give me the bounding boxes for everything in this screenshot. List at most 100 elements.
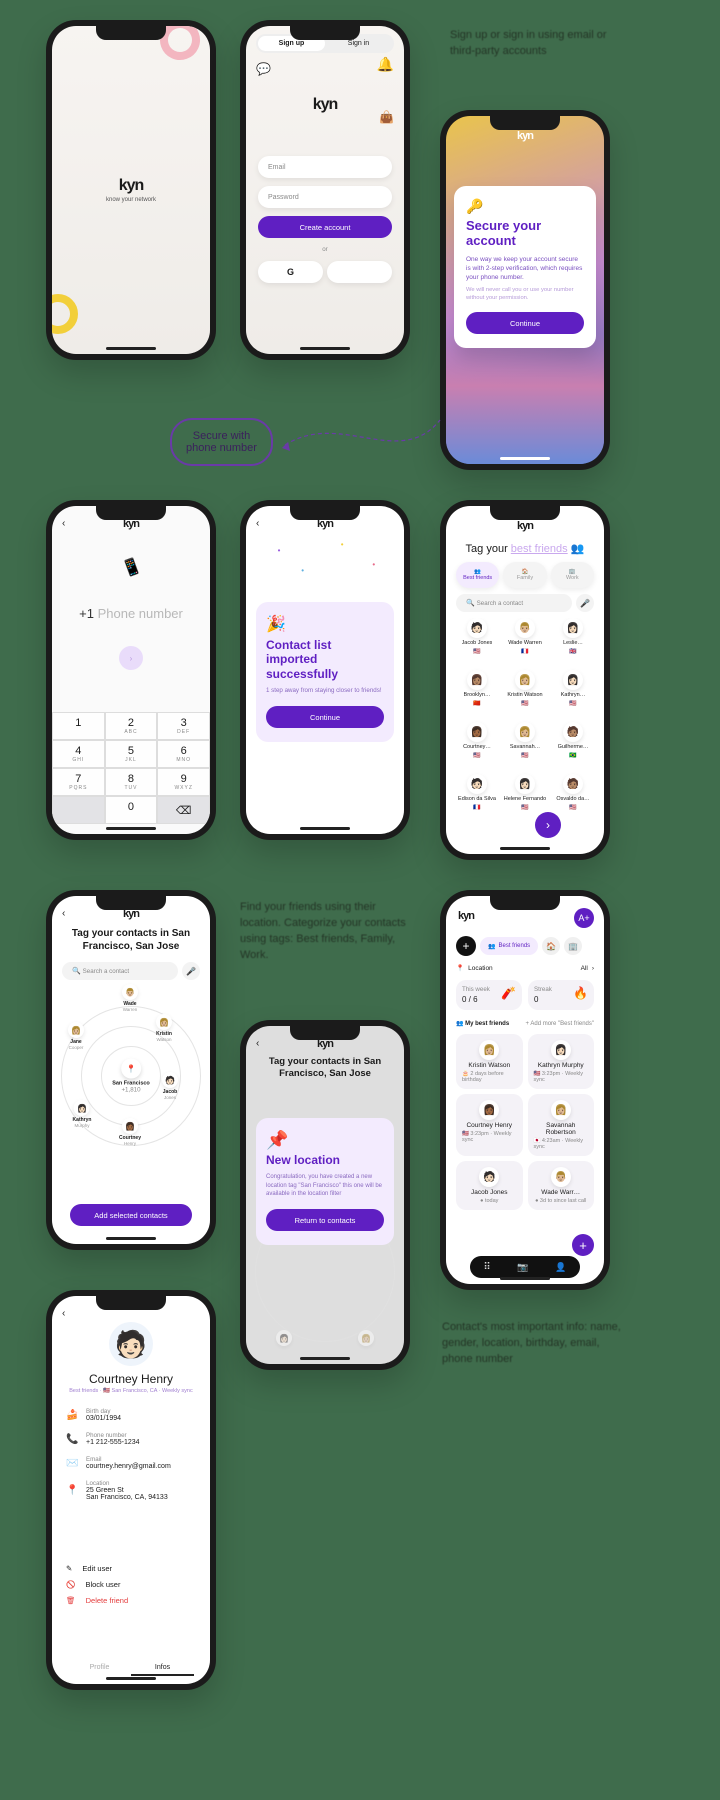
streak-value: 0 — [534, 995, 538, 1004]
profile-tags: Best friends · 🇺🇸 San Francisco, CA · We… — [52, 1388, 210, 1394]
google-signin-button[interactable]: G — [258, 261, 323, 283]
edit-user-button[interactable]: ✎ Edit user — [66, 1564, 196, 1573]
person-card[interactable]: 👩🏻 Kathryn Murphy 🇺🇸 3:23pm · Weekly syn… — [528, 1034, 595, 1089]
location-pin-icon: 📍 — [121, 1059, 141, 1079]
key-5[interactable]: 5JKL — [105, 740, 158, 768]
key-1[interactable]: 1 — [52, 712, 105, 740]
next-button[interactable]: › — [535, 812, 561, 838]
key-backspace[interactable]: ⌫ — [157, 796, 210, 824]
profile-fields: 🍰 Birth day 03/01/1994📞 Phone number +1 … — [66, 1408, 196, 1501]
contact-cell[interactable]: 👩🏼 Savannah… 🇺🇸 — [502, 722, 548, 772]
orbit-contact[interactable]: 🧑🏻 Jacob Jones — [162, 1072, 178, 1100]
key-4[interactable]: 4GHI — [52, 740, 105, 768]
tag-title-prefix: Tag your — [466, 543, 511, 555]
contact-cell[interactable]: 🧑🏻 Jacob Jones 🇺🇸 — [454, 618, 500, 668]
orbit-contact[interactable]: 👩🏻 Kathryn Murphy — [73, 1100, 92, 1128]
add-more-link[interactable]: + Add more "Best friends" — [526, 1021, 594, 1027]
phone-splash: kyn know your network — [46, 20, 216, 360]
block-user-button[interactable]: 🚫 Block user — [66, 1580, 196, 1589]
voice-search-button[interactable]: 🎤 — [182, 962, 200, 980]
filter-work[interactable]: 🏢 — [564, 937, 582, 955]
email-field[interactable]: Email — [258, 156, 392, 178]
key-3[interactable]: 3DEF — [157, 712, 210, 740]
phone-signup: Sign up Sign in 💬 🔔 👜 kyn Email Password… — [240, 20, 410, 360]
key-8[interactable]: 8TUV — [105, 768, 158, 796]
back-button[interactable]: ‹ — [62, 908, 65, 919]
location-filter-label: Location — [468, 965, 493, 972]
nav-camera[interactable]: 📷 — [517, 1262, 528, 1273]
tab-profile[interactable]: Profile — [68, 1664, 131, 1676]
brand-logo: kyn — [458, 910, 474, 922]
contact-cell[interactable]: 👩🏾 Courtney… 🇺🇸 — [454, 722, 500, 772]
return-contacts-button[interactable]: Return to contacts — [266, 1209, 384, 1231]
nav-contacts[interactable]: ⠿ — [483, 1262, 490, 1273]
key-6[interactable]: 6MNO — [157, 740, 210, 768]
location-filter-value[interactable]: All — [581, 965, 588, 972]
orbit-contact[interactable]: 👩🏾 Courtney Henry — [119, 1118, 141, 1146]
contact-cell[interactable]: 👨🏼 Wade Warren 🇫🇷 — [502, 618, 548, 668]
week-value: 0 / 6 — [462, 995, 478, 1004]
contact-cell[interactable]: 👩🏼 Kristin Watson 🇺🇸 — [502, 670, 548, 720]
this-week-card: This week 0 / 6 🧨 — [456, 980, 522, 1010]
delete-friend-button[interactable]: 🗑 Delete friend — [66, 1596, 196, 1605]
splash-screen: kyn know your network — [52, 26, 210, 354]
continue-button[interactable]: Continue — [466, 312, 584, 334]
filter-family[interactable]: 🏠 — [542, 937, 560, 955]
tab-infos[interactable]: Infos — [131, 1664, 194, 1676]
contact-cell[interactable]: 👩🏻 Kathryn… 🇺🇸 — [550, 670, 596, 720]
fab-add-button[interactable]: + — [572, 1234, 594, 1256]
profile-field: 📍 Location 25 Green St San Francisco, CA… — [66, 1480, 196, 1501]
key-empty — [52, 796, 105, 824]
tab-best-friends[interactable]: 👥Best friends — [456, 562, 499, 588]
key-0[interactable]: 0 — [105, 796, 158, 824]
search-input[interactable]: 🔍 Search a contact — [62, 962, 178, 980]
or-divider: or — [258, 246, 392, 253]
person-card[interactable]: 👩🏾 Courtney Henry 🇺🇸 3:23pm · Weekly syn… — [456, 1094, 523, 1156]
orbit-contact[interactable]: 👨🏼 Wade Warren — [122, 984, 138, 1012]
person-card[interactable]: 👩🏼 Kristin Watson 🎂 2 days before birthd… — [456, 1034, 523, 1089]
add-button[interactable]: + — [456, 936, 476, 956]
key-2[interactable]: 2ABC — [105, 712, 158, 740]
phone-input[interactable]: Phone number — [98, 606, 183, 621]
password-field[interactable]: Password — [258, 186, 392, 208]
back-button[interactable]: ‹ — [256, 1038, 259, 1049]
contact-cell[interactable]: 🧑🏻 Edison da Silva 🇫🇷 — [454, 774, 500, 824]
create-account-button[interactable]: Create account — [258, 216, 392, 238]
continue-button[interactable]: Continue — [266, 706, 384, 728]
apple-signin-button[interactable] — [327, 261, 392, 283]
contact-cell[interactable]: 👩🏻 Leslie… 🇬🇧 — [550, 618, 596, 668]
back-button[interactable]: ‹ — [256, 518, 259, 529]
filter-best-friends[interactable]: 👥Best friends — [480, 937, 538, 955]
phone-dashboard: kyn A+ + 👥Best friends 🏠 🏢 📍 Location Al… — [440, 890, 610, 1290]
new-location-body: Congratulation, you have created a new l… — [266, 1173, 384, 1199]
contact-cell[interactable]: 🧑🏽 Guilherme… 🇧🇷 — [550, 722, 596, 772]
person-card[interactable]: 👨🏼 Wade Warr… ● 3d to since last call — [528, 1161, 595, 1210]
tab-family[interactable]: 🏠Family — [503, 562, 546, 588]
annotation-arrow — [280, 415, 450, 475]
bottom-nav: ⠿ 📷 👤 — [470, 1256, 580, 1278]
back-button[interactable]: ‹ — [62, 518, 65, 529]
nav-profile[interactable]: 👤 — [555, 1262, 566, 1273]
tab-work[interactable]: 🏢Work — [551, 562, 594, 588]
pin-icon: 📌 — [266, 1130, 384, 1151]
search-input[interactable]: 🔍 Search a contact — [456, 594, 572, 612]
person-card[interactable]: 👩🏼 Savannah Robertson 🇯🇵 4:23am · Weekly… — [528, 1094, 595, 1156]
add-user-button[interactable]: A+ — [574, 908, 594, 928]
contact-cell[interactable]: 👩🏽 Brooklyn… 🇨🇳 — [454, 670, 500, 720]
orbit-contact[interactable]: 👩🏼 Jane Cooper — [68, 1022, 84, 1050]
center-location-count: +1,810 — [112, 1087, 150, 1094]
orbit-contact[interactable]: 👩🏼 Kristin Watson — [156, 1014, 172, 1042]
submit-phone-button[interactable]: › — [119, 646, 143, 670]
annotation-bubble: Secure with phone number — [170, 418, 273, 466]
back-button[interactable]: ‹ — [62, 1308, 65, 1319]
add-selected-button[interactable]: Add selected contacts — [70, 1204, 192, 1226]
brand-logo: kyn — [517, 520, 533, 532]
key-7[interactable]: 7PQRS — [52, 768, 105, 796]
key-9[interactable]: 9WXYZ — [157, 768, 210, 796]
person-card[interactable]: 🧑🏻 Jacob Jones ● today — [456, 1161, 523, 1210]
voice-search-button[interactable]: 🎤 — [576, 594, 594, 612]
brand-tagline: know your network — [106, 197, 156, 203]
week-label: This week — [462, 986, 490, 993]
key-icon: 🔑 — [466, 198, 584, 215]
profile-name: Courtney Henry — [52, 1372, 210, 1386]
